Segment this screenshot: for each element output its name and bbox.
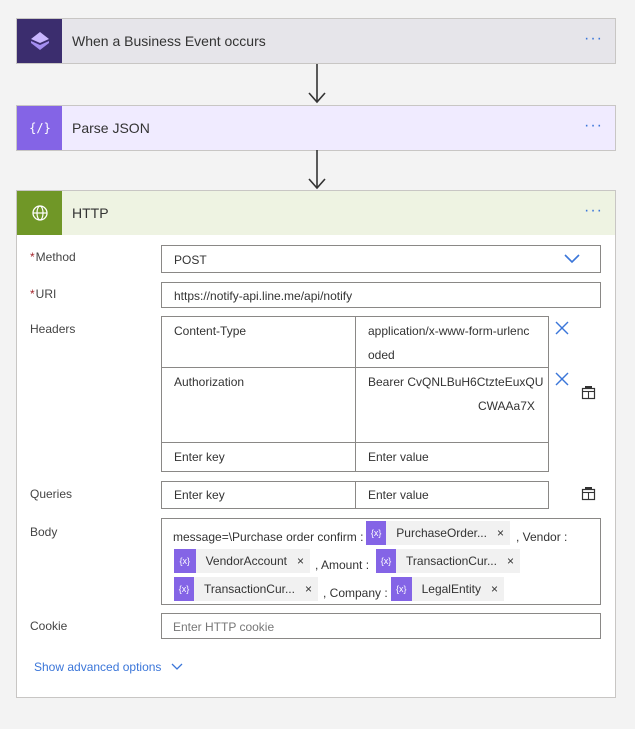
show-advanced-options-link[interactable]: Show advanced options: [34, 660, 183, 674]
http-more-menu[interactable]: ···: [584, 203, 603, 219]
query-key-input[interactable]: Enter key: [174, 488, 225, 502]
uri-input[interactable]: https://notify-api.line.me/api/notify: [161, 282, 601, 308]
parse-json-card[interactable]: {/} Parse JSON ···: [16, 105, 616, 151]
svg-text:{/}: {/}: [29, 121, 51, 135]
method-label: *Method: [30, 250, 76, 264]
header-new-value-input[interactable]: Enter value: [368, 450, 429, 464]
globe-icon: [17, 191, 62, 235]
body-text-message: message=\Purchase order confirm :: [173, 530, 364, 544]
remove-token-icon[interactable]: ×: [491, 582, 504, 596]
token-transaction-currency-2[interactable]: {x} TransactionCur... ×: [174, 577, 318, 601]
trigger-more-menu[interactable]: ···: [584, 31, 603, 47]
method-value: POST: [174, 253, 207, 267]
parse-json-more-menu[interactable]: ···: [584, 118, 603, 134]
trigger-card[interactable]: When a Business Event occurs ···: [16, 18, 616, 64]
header-value-authorization-wrap: CWAAa7X: [478, 399, 535, 413]
dynamic-content-icon: {x}: [366, 521, 387, 545]
trigger-title: When a Business Event occurs: [72, 33, 266, 49]
header-new-key-input[interactable]: Enter key: [174, 450, 225, 464]
uri-value: https://notify-api.line.me/api/notify: [174, 289, 353, 303]
method-dropdown[interactable]: POST: [161, 245, 601, 273]
chevron-down-icon: [564, 254, 580, 264]
remove-header-authorization-icon[interactable]: [555, 372, 569, 386]
header-value-content-type-wrap: oded: [368, 348, 395, 362]
remove-header-content-type-icon[interactable]: [555, 321, 569, 335]
token-purchase-order[interactable]: {x} PurchaseOrder... ×: [366, 521, 510, 545]
remove-token-icon[interactable]: ×: [497, 526, 510, 540]
dynamic-content-icon: {x}: [174, 549, 196, 573]
business-event-icon: [17, 19, 62, 63]
cookie-input[interactable]: Enter HTTP cookie: [161, 613, 601, 639]
parse-json-icon: {/}: [17, 106, 62, 150]
http-title: HTTP: [72, 205, 109, 221]
headers-label: Headers: [30, 322, 76, 336]
header-key-content-type[interactable]: Content-Type: [174, 324, 246, 338]
remove-token-icon[interactable]: ×: [305, 582, 318, 596]
header-value-authorization[interactable]: Bearer CvQNLBuH6CtzteEuxQU: [368, 375, 543, 389]
body-text-amount: , Amount :: [315, 558, 370, 572]
token-legal-entity[interactable]: {x} LegalEntity ×: [391, 577, 504, 601]
remove-token-icon[interactable]: ×: [507, 554, 520, 568]
token-transaction-currency-1[interactable]: {x} TransactionCur... ×: [376, 549, 520, 573]
cookie-label: Cookie: [30, 619, 68, 633]
queries-text-mode-icon[interactable]: [581, 486, 596, 501]
switch-to-text-mode-icon[interactable]: [581, 385, 596, 400]
connector-arrow-2: [308, 150, 326, 190]
cookie-placeholder: Enter HTTP cookie: [173, 620, 275, 634]
body-text-vendor: , Vendor :: [516, 530, 568, 544]
header-value-content-type[interactable]: application/x-www-form-urlenc: [368, 324, 529, 338]
dynamic-content-icon: {x}: [376, 549, 397, 573]
header-key-authorization[interactable]: Authorization: [174, 375, 244, 389]
queries-label: Queries: [30, 487, 73, 501]
remove-token-icon[interactable]: ×: [297, 554, 310, 568]
parse-json-title: Parse JSON: [72, 120, 150, 136]
query-value-input[interactable]: Enter value: [368, 488, 429, 502]
dynamic-content-icon: {x}: [174, 577, 195, 601]
body-text-company: , Company :: [323, 586, 388, 600]
token-vendor-account[interactable]: {x} VendorAccount ×: [174, 549, 310, 573]
dynamic-content-icon: {x}: [391, 577, 412, 601]
uri-label: *URI: [30, 287, 57, 301]
body-label: Body: [30, 525, 58, 539]
chevron-down-icon: [171, 663, 183, 670]
connector-arrow-1: [308, 64, 326, 104]
